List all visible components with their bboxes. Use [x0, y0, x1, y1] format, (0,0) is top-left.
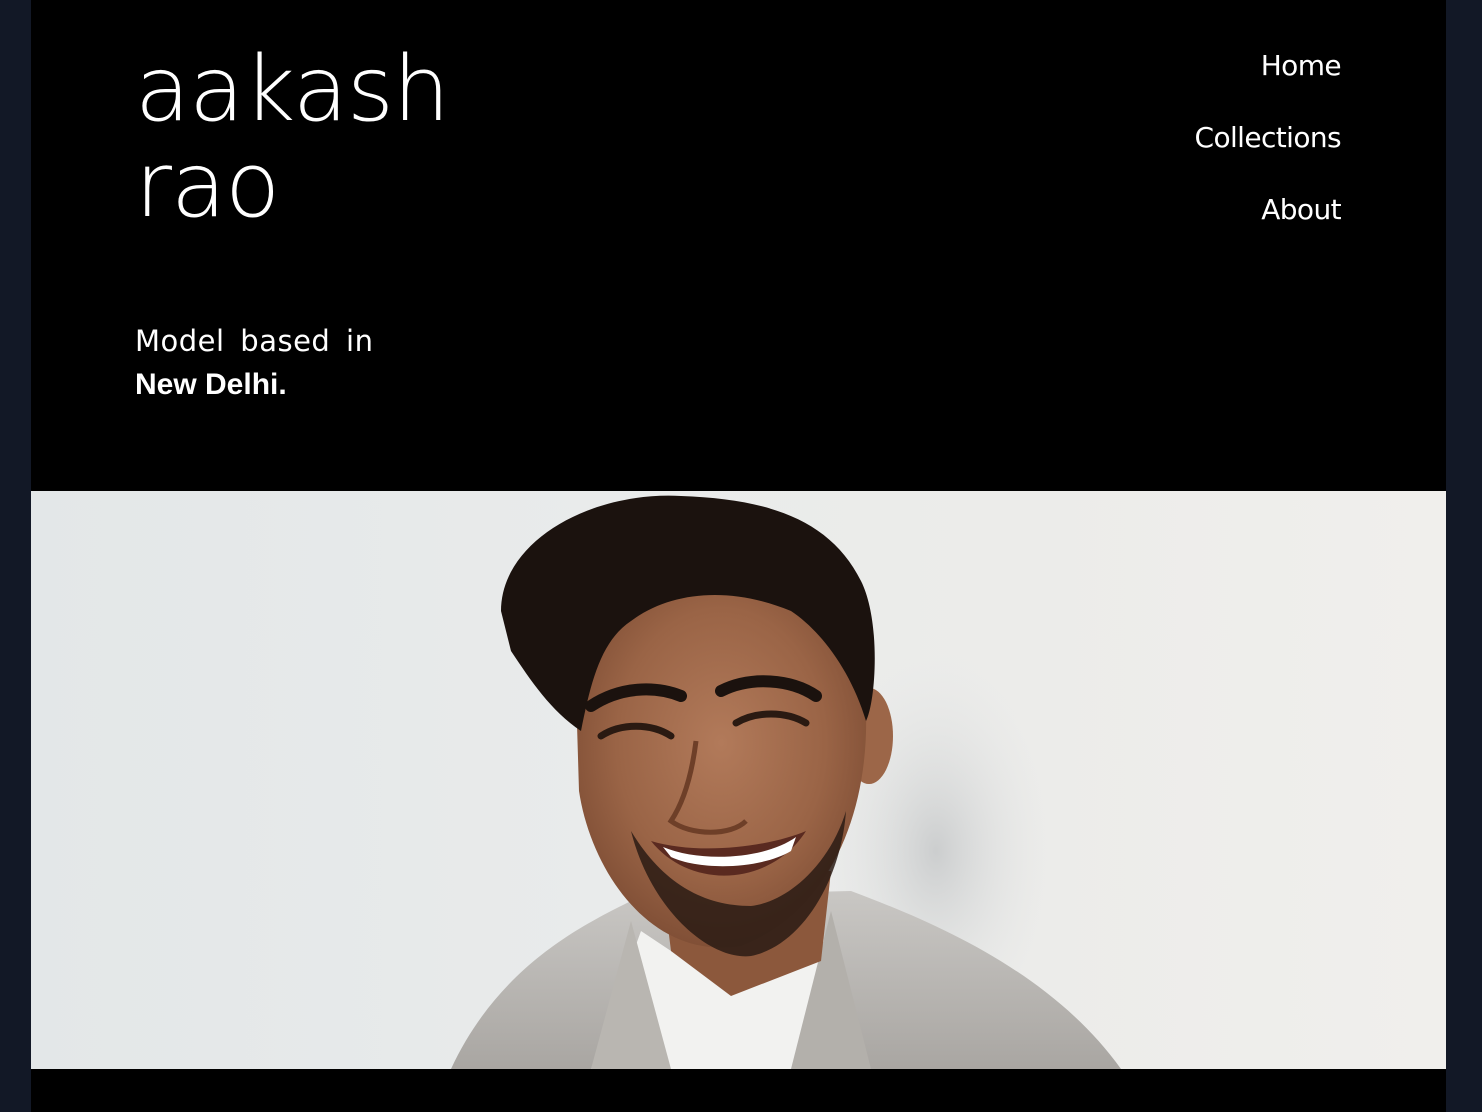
main-nav: Home Collections About: [1081, 46, 1342, 262]
tagline: Model based in New Delhi.: [135, 320, 373, 408]
site-logo[interactable]: aakash rao: [135, 37, 450, 238]
hero-image: [31, 491, 1446, 1069]
page: aakash rao Home Collections About Model …: [31, 0, 1446, 1112]
nav-home-link[interactable]: Home: [1081, 46, 1342, 86]
nav-collections-link[interactable]: Collections: [1081, 118, 1342, 158]
portrait-photo: [451, 495, 1121, 1069]
nav-about-link[interactable]: About: [1081, 190, 1341, 230]
tagline-text: Model based in: [135, 324, 374, 358]
site-header: aakash rao Home Collections About Model …: [31, 0, 1446, 491]
brand-first-name: aakash: [135, 37, 450, 142]
footer-strip: [31, 1069, 1446, 1112]
tagline-location: New Delhi.: [135, 368, 287, 401]
brand-last-name: rao: [135, 133, 280, 238]
